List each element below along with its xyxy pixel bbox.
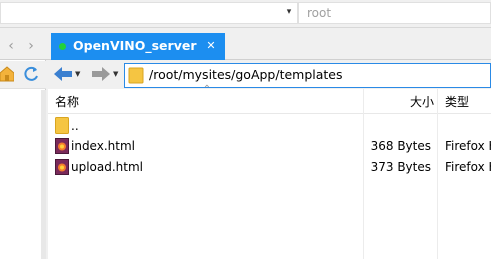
column-type-header[interactable]: 类型: [445, 94, 469, 110]
left-pane-scrollbar[interactable]: [41, 90, 46, 259]
tab-scroll-right-icon[interactable]: ›: [24, 38, 38, 54]
list-item-name[interactable]: index.html: [71, 137, 135, 155]
list-item-size: 368 Bytes: [370, 139, 431, 153]
list-item-name[interactable]: upload.html: [71, 158, 143, 176]
path-text[interactable]: /root/mysites/goApp/templates: [149, 66, 343, 84]
home-icon[interactable]: [0, 66, 15, 82]
column-divider[interactable]: [437, 89, 438, 259]
firefox-html-icon: [55, 159, 69, 175]
column-size-header[interactable]: 大小: [410, 94, 434, 110]
forward-button[interactable]: [90, 64, 112, 84]
tab-scroll-left-icon[interactable]: ‹: [4, 38, 18, 54]
list-item-type: Firefox H: [445, 160, 491, 174]
back-history-chevron-icon[interactable]: ▼: [75, 68, 83, 80]
forward-history-chevron-icon[interactable]: ▼: [113, 68, 121, 80]
chevron-down-icon[interactable]: ▾: [282, 4, 296, 20]
back-button[interactable]: [52, 64, 74, 84]
list-item-name[interactable]: ..: [71, 117, 79, 135]
left-pane: [0, 60, 46, 259]
refresh-icon[interactable]: [22, 65, 40, 83]
remote-path-field[interactable]: root: [298, 2, 491, 24]
sort-ascending-icon: ⌃: [202, 84, 212, 95]
folder-icon: [128, 67, 144, 84]
column-name-header[interactable]: 名称: [55, 94, 79, 110]
folder-icon: [55, 117, 69, 134]
connection-status-icon: [59, 43, 66, 50]
list-item-size: 373 Bytes: [370, 160, 431, 174]
tab-label: OpenVINO_server: [73, 38, 197, 53]
close-tab-icon[interactable]: ✕: [205, 39, 217, 53]
host-select[interactable]: [0, 2, 298, 24]
firefox-html-icon: [55, 138, 69, 154]
list-item-type: Firefox H: [445, 139, 491, 153]
